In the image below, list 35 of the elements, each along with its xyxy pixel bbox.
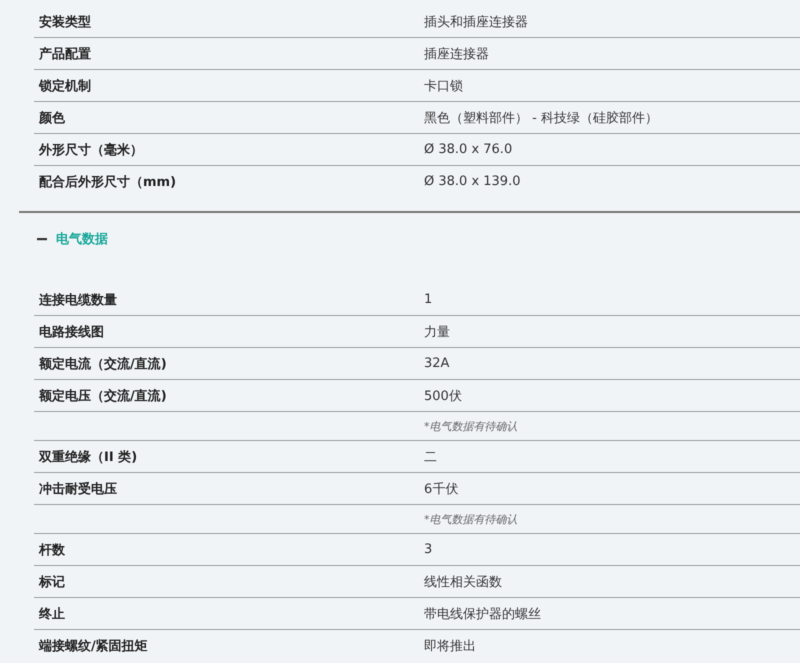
- spec-value: 带电线保护器的螺丝: [424, 606, 541, 622]
- spec-label: 端接螺纹/紧固扭矩: [38, 638, 149, 654]
- spec-label: 产品配置: [38, 46, 92, 62]
- spec-label: 杆数: [38, 542, 66, 558]
- spec-label: 终止: [38, 606, 66, 622]
- spec-label: 颜色: [38, 110, 66, 126]
- spec-value: 插头和插座连接器: [424, 14, 528, 30]
- spec-value: 即将推出: [424, 638, 476, 654]
- spec-value: 3: [424, 542, 432, 557]
- spec-value: Ø 38.0 x 76.0: [424, 142, 512, 157]
- note-text: *电气数据有待确认: [424, 512, 518, 526]
- spec-label: 锁定机制: [38, 78, 92, 94]
- spec-value: 500伏: [424, 388, 462, 404]
- spec-value: 线性相关函数: [424, 574, 502, 590]
- spec-value: 6千伏: [424, 480, 458, 498]
- spec-label: 额定电压（交流/直流): [38, 388, 168, 404]
- note-text: *电气数据有待确认: [424, 418, 518, 434]
- spec-value: 32A: [424, 356, 450, 371]
- spec-value: Ø 38.0 x 139.0: [424, 174, 520, 189]
- spec-value: 插座连接器: [424, 46, 489, 62]
- spec-value: 黑色（塑料部件） - 科技绿（硅胶部件）: [424, 110, 658, 126]
- spec-value: 1: [424, 292, 432, 307]
- spec-label: 额定电流（交流/直流): [38, 356, 168, 372]
- spec-value: 卡口锁: [424, 78, 463, 94]
- spec-value: 二: [424, 448, 437, 466]
- spec-label: 连接电缆数量: [38, 292, 118, 308]
- spec-label: 标记: [38, 574, 66, 590]
- spec-label: 双重绝缘（II 类): [38, 448, 138, 466]
- spec-label: 安装类型: [38, 14, 92, 30]
- spec-label: 外形尺寸（毫米）: [38, 142, 144, 158]
- spec-label: 冲击耐受电压: [38, 480, 118, 498]
- spec-value: 力量: [424, 324, 450, 340]
- spec-label: 电路接线图: [38, 324, 105, 340]
- section-title[interactable]: 电气数据: [56, 230, 108, 248]
- spec-label: 配合后外形尺寸（mm): [38, 174, 178, 190]
